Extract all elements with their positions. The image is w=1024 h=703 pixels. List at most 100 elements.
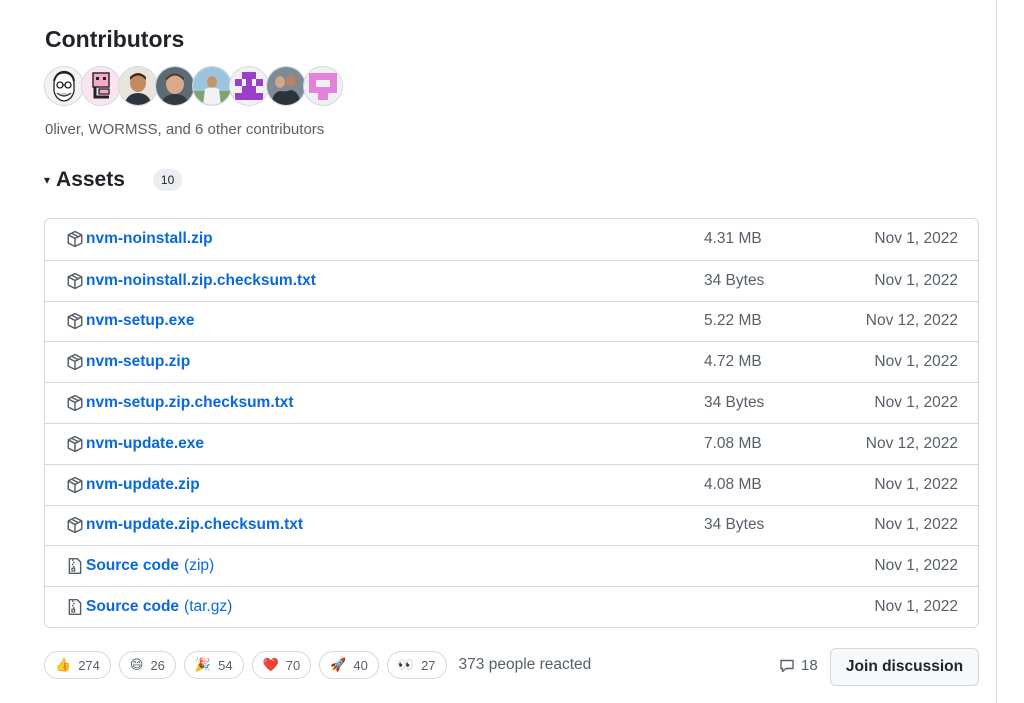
asset-link[interactable]: Source code (zip) (66, 557, 214, 575)
reaction-count: 27 (421, 657, 436, 673)
asset-name: nvm-update.zip.checksum.txt (86, 516, 304, 534)
asset-name: Source code (86, 557, 180, 575)
table-row: nvm-noinstall.zip.checksum.txt 34 Bytes No… (45, 259, 978, 301)
avatar[interactable] (303, 66, 343, 106)
asset-date: Nov 1, 2022 (874, 353, 958, 371)
reaction-count: 26 (150, 657, 165, 673)
table-row: nvm-noinstall.zip 4.31 MB Nov 1, 2022 (45, 219, 978, 260)
table-row: Source code (tar.gz) Nov 1, 2022 (45, 586, 978, 627)
package-icon (66, 353, 84, 371)
avatar[interactable] (229, 66, 269, 106)
asset-format: (zip) (184, 557, 215, 575)
join-discussion-button[interactable]: Join discussion (830, 648, 979, 686)
asset-date: Nov 1, 2022 (874, 230, 958, 248)
release-panel: Contributors 0liver, WORMSS, and 6 other… (0, 0, 997, 703)
comment-count[interactable]: 18 (779, 657, 818, 674)
table-row: nvm-setup.zip 4.72 MB Nov 1, 2022 (45, 341, 978, 382)
asset-link[interactable]: nvm-update.zip.checksum.txt (66, 516, 303, 534)
rocket-icon: 🚀 (330, 657, 347, 672)
reaction-count: 40 (353, 657, 368, 673)
assets-count-badge: 10 (152, 169, 183, 191)
party-icon: 🎉 (194, 657, 212, 672)
contributor-avatars (44, 66, 343, 106)
reaction-button[interactable]: 😄 26 (118, 651, 176, 679)
asset-date: Nov 1, 2022 (874, 598, 958, 616)
asset-name: nvm-noinstall.zip (86, 230, 213, 248)
contributors-title: Contributors (45, 26, 185, 52)
contributors-summary: 0liver, WORMSS, and 6 other contributors (45, 121, 325, 138)
package-icon (66, 516, 84, 534)
package-icon (66, 230, 84, 248)
asset-date: Nov 1, 2022 (874, 516, 958, 534)
asset-date: Nov 12, 2022 (865, 312, 958, 330)
package-icon (66, 394, 84, 412)
asset-link[interactable]: nvm-update.exe (66, 435, 204, 453)
asset-link[interactable]: Source code (tar.gz) (66, 598, 232, 616)
asset-name: nvm-update.zip (86, 475, 200, 493)
package-icon (66, 476, 84, 494)
thumbs-up-icon: 👍 (55, 657, 72, 672)
asset-name: nvm-setup.exe (86, 312, 195, 330)
asset-size: 4.08 MB (704, 475, 762, 493)
reaction-count: 70 (285, 657, 301, 673)
avatar[interactable] (192, 66, 232, 106)
asset-name: nvm-setup.zip (86, 353, 191, 371)
heart-icon: ❤️ (262, 657, 279, 672)
package-icon (66, 435, 84, 453)
assets-title: Assets (56, 168, 125, 191)
assets-toggle[interactable]: ▾ Assets 10 (44, 168, 183, 192)
asset-size: 5.22 MB (704, 312, 762, 330)
asset-link[interactable]: nvm-setup.zip.checksum.txt (66, 394, 294, 412)
table-row: nvm-setup.exe 5.22 MB Nov 12, 2022 (45, 300, 978, 342)
asset-link[interactable]: nvm-noinstall.zip.checksum.txt (66, 272, 316, 290)
asset-size: 4.72 MB (704, 353, 762, 371)
reaction-button[interactable]: ❤️ 70 (251, 651, 312, 679)
asset-size: 34 Bytes (704, 516, 765, 534)
smile-icon: 😄 (129, 657, 144, 672)
asset-date: Nov 1, 2022 (874, 475, 958, 493)
reactions-bar: 👍 274 😄 26 🎉 54 ❤️ 70 🚀 40 👀 27 373 people reacted (44, 649, 591, 681)
file-zip-icon (66, 598, 84, 616)
table-row: nvm-update.zip 4.08 MB Nov 1, 2022 (45, 463, 978, 505)
reaction-count: 54 (218, 657, 233, 673)
file-zip-icon (66, 557, 84, 575)
caret-down-icon: ▾ (44, 173, 51, 187)
asset-date: Nov 12, 2022 (865, 434, 958, 452)
asset-name: nvm-update.exe (86, 434, 205, 452)
table-row: nvm-setup.zip.checksum.txt 34 Bytes Nov 1,… (45, 382, 978, 423)
eyes-icon: 👀 (397, 657, 415, 672)
asset-size: 7.08 MB (704, 434, 762, 452)
reaction-button[interactable]: 🚀 40 (319, 651, 379, 679)
comment-icon (780, 659, 794, 672)
reaction-button[interactable]: 👍 274 (44, 651, 111, 679)
package-icon (66, 272, 84, 290)
comment-count-value: 18 (801, 657, 818, 674)
asset-size: 34 Bytes (704, 394, 765, 412)
asset-date: Nov 1, 2022 (874, 557, 958, 575)
asset-format: (tar.gz) (184, 598, 233, 616)
asset-name: Source code (86, 598, 180, 616)
reactions-summary: 373 people reacted (458, 656, 592, 673)
asset-link[interactable]: nvm-update.zip (66, 476, 200, 494)
reaction-button[interactable]: 👀 27 (386, 651, 447, 679)
assets-list: nvm-noinstall.zip 4.31 MB Nov 1, 2022 nvm-n… (44, 218, 979, 628)
avatar[interactable] (81, 66, 121, 106)
reaction-count: 274 (78, 657, 100, 673)
asset-size: 34 Bytes (704, 271, 765, 289)
reaction-button[interactable]: 🎉 54 (183, 651, 244, 679)
asset-link[interactable]: nvm-setup.exe (66, 312, 195, 330)
avatar[interactable] (266, 66, 306, 106)
asset-date: Nov 1, 2022 (874, 394, 958, 412)
avatar[interactable] (118, 66, 158, 106)
asset-name: nvm-setup.zip.checksum.txt (86, 394, 294, 412)
avatar[interactable] (44, 66, 84, 106)
asset-link[interactable]: nvm-noinstall.zip (66, 230, 213, 248)
package-icon (66, 312, 84, 330)
asset-name: nvm-noinstall.zip.checksum.txt (86, 271, 316, 289)
asset-size: 4.31 MB (704, 230, 762, 248)
asset-date: Nov 1, 2022 (874, 271, 958, 289)
table-row: nvm-update.exe 7.08 MB Nov 12, 2022 (45, 422, 978, 464)
avatar[interactable] (155, 66, 195, 106)
asset-link[interactable]: nvm-setup.zip (66, 353, 190, 371)
table-row: nvm-update.zip.checksum.txt 34 Bytes Nov 1… (45, 504, 978, 546)
